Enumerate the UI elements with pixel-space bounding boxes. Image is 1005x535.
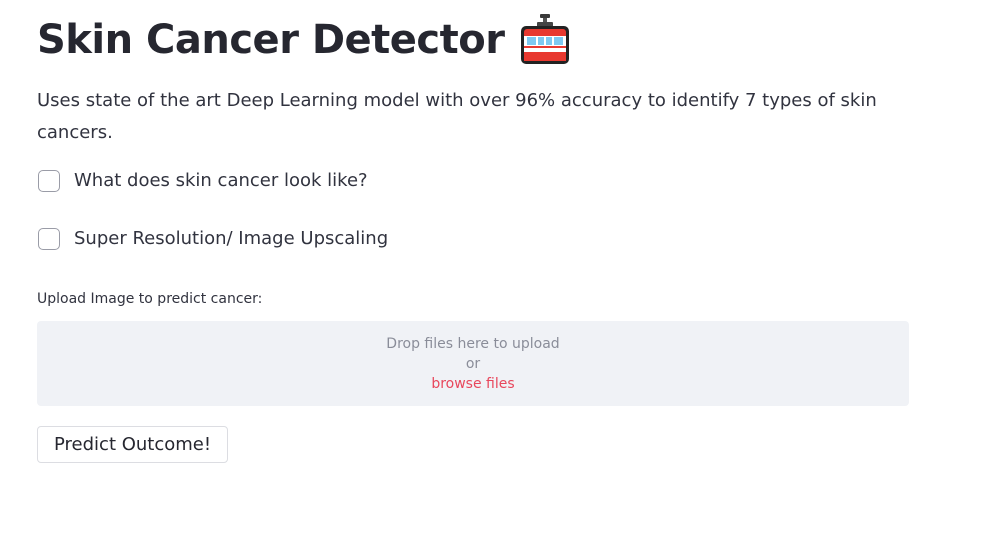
dropzone-drop-text: Drop files here to upload — [386, 336, 560, 352]
aerial-tramway-icon — [518, 14, 572, 66]
checkbox-label: What does skin cancer look like? — [74, 170, 368, 191]
dropzone-or-text: or — [465, 356, 481, 372]
upload-label: Upload Image to predict cancer: — [37, 291, 263, 307]
checkbox-skin-cancer-examples[interactable]: What does skin cancer look like? — [38, 168, 368, 194]
checkbox-label: Super Resolution/ Image Upscaling — [74, 228, 389, 249]
checkbox-super-resolution[interactable]: Super Resolution/ Image Upscaling — [38, 226, 388, 252]
checkbox-box[interactable] — [38, 170, 60, 192]
app-page: Skin Cancer Detector Uses state of the a… — [0, 0, 1005, 535]
browse-files-link[interactable]: browse files — [37, 374, 909, 394]
app-description: Uses state of the art Deep Learning mode… — [37, 90, 877, 143]
checkbox-box[interactable] — [38, 228, 60, 250]
file-dropzone[interactable]: Drop files here to upload or browse file… — [37, 321, 909, 406]
title-row: Skin Cancer Detector — [37, 12, 572, 68]
page-title: Skin Cancer Detector — [37, 17, 505, 63]
predict-outcome-button[interactable]: Predict Outcome! — [37, 426, 229, 463]
